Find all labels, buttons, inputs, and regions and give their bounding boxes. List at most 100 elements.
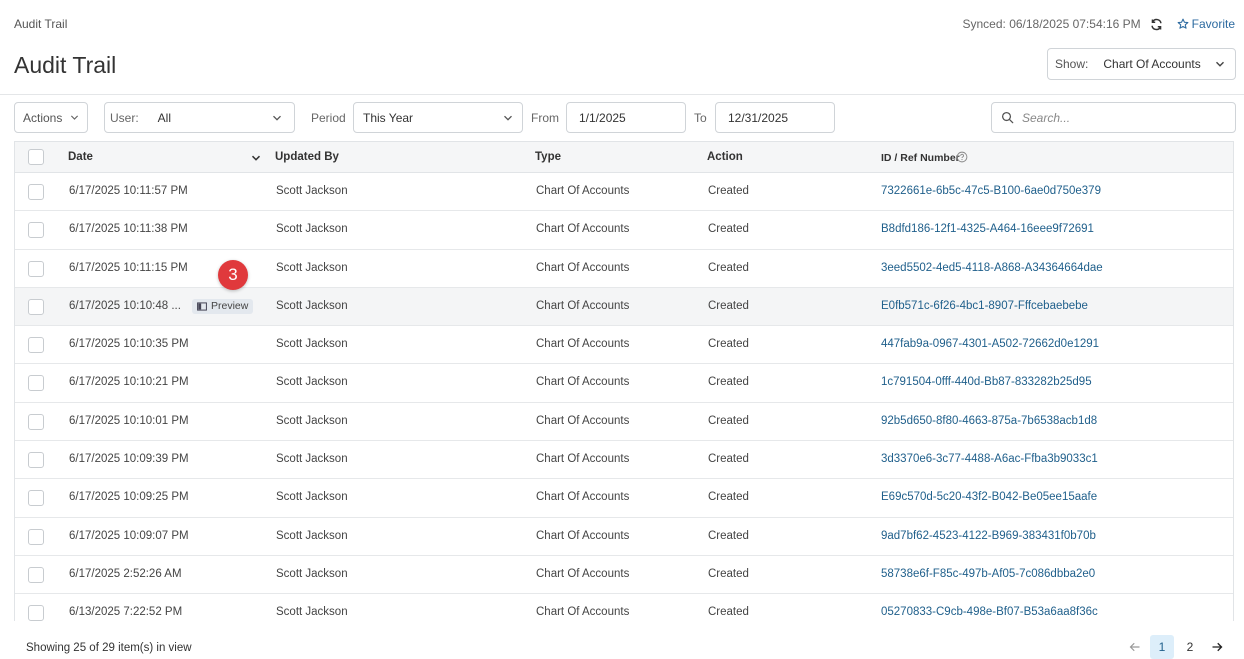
row-checkbox[interactable] [28, 413, 44, 430]
table-row[interactable]: 6/17/2025 10:10:21 PM Scott Jackson Chart … [15, 364, 1233, 403]
row-ref-link[interactable]: 92b5d650-8f80-4663-875a-7b6538acb1d8 [881, 415, 1097, 427]
row-ref-link[interactable]: 3d3370e6-3c77-4488-A6ac-Ffba3b9033c1 [881, 453, 1098, 465]
row-action: Created [708, 338, 749, 351]
row-checkbox[interactable] [28, 260, 44, 277]
table-row[interactable]: 6/17/2025 10:11:15 PM Scott Jackson Chart … [15, 250, 1233, 288]
favorite-label: Favorite [1191, 17, 1235, 31]
show-select[interactable]: Show: Chart Of Accounts [1047, 48, 1236, 80]
select-all-checkbox[interactable] [28, 149, 44, 165]
row-date: 6/17/2025 10:11:15 PM [69, 261, 188, 274]
star-icon [1177, 18, 1189, 29]
period-label: Period [311, 111, 346, 125]
row-type: Chart Of Accounts [536, 453, 630, 466]
row-checkbox[interactable] [28, 605, 44, 621]
row-ref-link[interactable]: 447fab9a-0967-4301-A502-72662d0e1291 [881, 338, 1099, 350]
row-checkbox[interactable] [28, 490, 44, 507]
next-page-button[interactable] [1206, 635, 1228, 659]
row-date: 6/17/2025 10:10:35 PM [69, 338, 189, 351]
sync-icon[interactable] [1149, 17, 1165, 31]
column-header-type[interactable]: Type [535, 151, 561, 163]
row-action: Created [708, 606, 749, 619]
row-checkbox[interactable] [28, 375, 44, 392]
row-updated-by: Scott Jackson [276, 185, 348, 197]
row-updated-by: Scott Jackson [276, 606, 348, 619]
row-ref-link[interactable]: 58738e6f-F85c-497b-Af05-7c086dbba2e0 [881, 568, 1095, 580]
actions-dropdown[interactable]: Actions [14, 102, 88, 133]
row-checkbox[interactable] [28, 566, 44, 583]
to-date-value: 12/31/2025 [728, 110, 789, 125]
row-updated-by: Scott Jackson [276, 223, 348, 236]
table-row[interactable]: 6/17/2025 10:11:38 PM Scott Jackson Chart … [15, 211, 1233, 250]
column-header-updated-by[interactable]: Updated By [275, 151, 339, 163]
table-row[interactable]: 6/17/2025 10:10:48 ... Scott Jackson Chart… [15, 287, 1233, 327]
arrow-right-icon [1212, 642, 1223, 652]
preview-icon [197, 302, 207, 311]
page-button-2[interactable]: 2 [1178, 635, 1202, 659]
row-type: Chart Of Accounts [536, 606, 630, 619]
row-checkbox[interactable] [28, 528, 44, 545]
sync-status: Synced: 06/18/2025 07:54:16 PM [962, 17, 1141, 31]
from-date-input[interactable]: 1/1/2025 [566, 102, 686, 133]
table-row[interactable]: 6/17/2025 2:52:26 AM Scott Jackson Chart O… [15, 556, 1233, 595]
from-label: From [531, 111, 559, 125]
header-divider [0, 94, 1244, 95]
row-ref-link[interactable]: 05270833-C9cb-498e-Bf07-B53a6aa8f36c [881, 606, 1098, 618]
chevron-down-icon [504, 115, 512, 121]
preview-button[interactable]: Preview [192, 298, 254, 314]
row-checkbox[interactable] [28, 452, 44, 469]
favorite-button[interactable]: Favorite [1177, 17, 1235, 31]
row-type: Chart Of Accounts [536, 261, 630, 274]
table-row[interactable]: 6/13/2025 7:22:52 PM Scott Jackson Chart O… [15, 594, 1233, 621]
search-placeholder: Search... [1022, 110, 1071, 125]
chevron-down-icon [70, 115, 79, 120]
row-action: Created [708, 567, 749, 580]
row-type: Chart Of Accounts [536, 338, 630, 351]
row-updated-by: Scott Jackson [276, 567, 348, 580]
row-checkbox[interactable] [28, 222, 44, 239]
row-updated-by: Scott Jackson [276, 529, 348, 542]
arrow-left-icon [1129, 642, 1140, 652]
audit-grid: Date Updated By Type Action ID / Ref Num… [14, 141, 1234, 621]
row-ref-link[interactable]: 3eed5502-4ed5-4118-A868-A34364664dae [881, 262, 1103, 274]
table-row[interactable]: 6/17/2025 10:09:25 PM Scott Jackson Chart … [15, 479, 1233, 518]
row-type: Chart Of Accounts [536, 376, 630, 389]
row-ref-link[interactable]: 1c791504-0fff-440d-Bb87-833282b25d95 [881, 376, 1092, 388]
row-updated-by: Scott Jackson [276, 414, 348, 427]
row-updated-by: Scott Jackson [276, 338, 348, 351]
user-value: All [157, 110, 172, 125]
breadcrumb: Audit Trail [14, 17, 68, 31]
search-input[interactable]: Search... [991, 102, 1236, 133]
row-updated-by: Scott Jackson [276, 376, 348, 389]
to-date-input[interactable]: 12/31/2025 [715, 102, 835, 133]
row-ref-link[interactable]: E69c570d-5c20-43f2-B042-Be05ee15aafe [881, 491, 1097, 503]
row-checkbox[interactable] [28, 337, 44, 354]
search-icon [1001, 111, 1014, 124]
user-dropdown[interactable]: User: All [104, 102, 295, 133]
row-date: 6/17/2025 10:11:38 PM [69, 223, 188, 236]
row-type: Chart Of Accounts [536, 491, 630, 504]
table-row[interactable]: 6/17/2025 10:09:07 PM Scott Jackson Chart … [15, 518, 1233, 556]
table-row[interactable]: 6/17/2025 10:10:35 PM Scott Jackson Chart … [15, 326, 1233, 365]
column-header-action[interactable]: Action [707, 151, 743, 163]
table-row[interactable]: 6/17/2025 10:11:57 PM Scott Jackson Chart … [15, 173, 1233, 212]
row-type: Chart Of Accounts [536, 414, 630, 427]
top-right-bar: Synced: 06/18/2025 07:54:16 PM Favorite [963, 17, 1236, 31]
period-dropdown[interactable]: This Year [353, 102, 523, 133]
row-ref-link[interactable]: 9ad7bf62-4523-4122-B969-383431f0b70b [881, 530, 1096, 542]
prev-page-button[interactable] [1124, 635, 1146, 659]
table-row[interactable]: 6/17/2025 10:10:01 PM Scott Jackson Chart … [15, 403, 1233, 442]
row-checkbox[interactable] [28, 298, 44, 315]
row-ref-link[interactable]: 7322661e-6b5c-47c5-B100-6ae0d750e379 [881, 185, 1101, 197]
column-header-date[interactable]: Date [68, 151, 93, 163]
to-label: To [694, 111, 707, 125]
chevron-down-icon[interactable] [251, 153, 261, 163]
grid-body: 6/17/2025 10:11:57 PM Scott Jackson Chart … [15, 173, 1233, 621]
row-ref-link[interactable]: B8dfd186-12f1-4325-A464-16eee9f72691 [881, 223, 1094, 235]
row-checkbox[interactable] [28, 184, 44, 200]
table-row[interactable]: 6/17/2025 10:09:39 PM Scott Jackson Chart … [15, 441, 1233, 480]
row-ref-link[interactable]: E0fb571c-6f26-4bc1-8907-Fffcebaebebe [881, 300, 1088, 312]
page-button-1[interactable]: 1 [1150, 635, 1174, 659]
help-icon[interactable] [956, 151, 968, 163]
row-updated-by: Scott Jackson [276, 299, 348, 312]
column-header-ref[interactable]: ID / Ref Number [881, 152, 960, 164]
